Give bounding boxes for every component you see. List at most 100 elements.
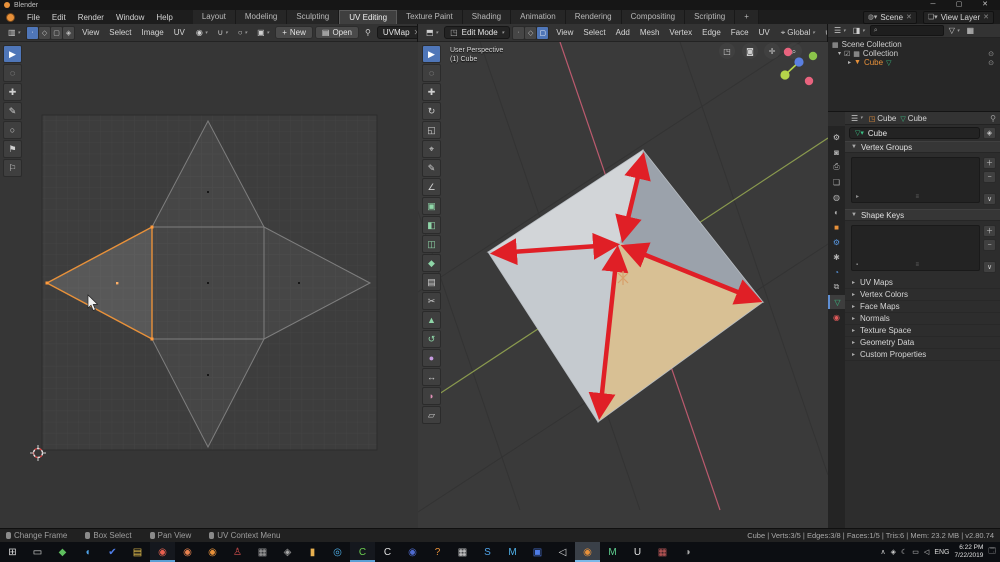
gizmo-z-axis[interactable]: [794, 57, 804, 67]
candle-app-icon[interactable]: ▮: [300, 542, 325, 562]
uv-select-vertex[interactable]: ∙: [27, 26, 39, 39]
annotate-tool[interactable]: ✎: [422, 159, 441, 177]
language-indicator[interactable]: ENG: [934, 549, 949, 556]
tray-security-icon[interactable]: ◈: [891, 548, 896, 556]
menu-item[interactable]: Mesh: [635, 27, 665, 38]
select-circle-tool[interactable]: ◌: [422, 64, 441, 82]
checkbox-icon[interactable]: ☑: [844, 50, 850, 58]
menu-item[interactable]: Vertex: [664, 27, 697, 38]
start-button[interactable]: ⊞: [0, 542, 25, 562]
orientation-dropdown[interactable]: ⌖ Global ▾: [777, 27, 819, 39]
gizmo-neg-y-axis[interactable]: [780, 70, 790, 80]
menu-item[interactable]: Edit: [46, 11, 72, 24]
outliner-search[interactable]: ⌕: [869, 25, 944, 36]
tray-network-icon[interactable]: ☾: [901, 548, 907, 556]
vertex-groups-panel-header[interactable]: ▼ Vertex Groups: [845, 141, 1000, 153]
menu-item[interactable]: Select: [104, 27, 136, 38]
outliner-row-cube[interactable]: ▸ ▼ Cube ▽ ⊙: [828, 58, 1000, 67]
properties-tab-object[interactable]: ■: [828, 220, 845, 234]
loop-cut-tool[interactable]: ▤: [422, 273, 441, 291]
unreal-icon[interactable]: U: [625, 542, 650, 562]
uv-pivot-button[interactable]: ◉ ▾: [192, 27, 212, 38]
menu-item[interactable]: UV: [754, 27, 775, 38]
shear-tool[interactable]: ▱: [422, 406, 441, 424]
add-cube-tool[interactable]: ▣: [422, 197, 441, 215]
camtasia-icon[interactable]: C: [350, 542, 375, 562]
menu-item[interactable]: View: [77, 27, 104, 38]
workspace-tab[interactable]: Animation: [511, 10, 566, 24]
collapsed-panel-header[interactable]: ▸ Geometry Data: [845, 337, 1000, 349]
close-button[interactable]: ✕: [972, 0, 998, 10]
app-blue-icon[interactable]: ▣: [525, 542, 550, 562]
select-box-tool[interactable]: ▶: [3, 45, 22, 63]
shape-key-specials-button[interactable]: ∨: [983, 261, 996, 273]
remove-shape-key-button[interactable]: −: [983, 239, 996, 251]
audio-app-icon[interactable]: ◁: [550, 542, 575, 562]
menu-item[interactable]: File: [21, 11, 46, 24]
workspace-tab[interactable]: Compositing: [621, 10, 686, 24]
collapsed-panel-header[interactable]: ▸ Normals: [845, 313, 1000, 325]
photos-icon[interactable]: ▦: [250, 542, 275, 562]
menu-item[interactable]: Select: [578, 27, 610, 38]
view-layer-selector[interactable]: ❏▾ View Layer ✕: [922, 10, 994, 24]
select-mode-face[interactable]: ▢: [537, 26, 549, 39]
open-image-button[interactable]: ▤ Open: [314, 26, 360, 39]
uvmap-clear-icon[interactable]: ✕: [414, 28, 417, 37]
maya-icon[interactable]: M: [500, 542, 525, 562]
properties-editor-type-button[interactable]: ☰ ▾: [849, 114, 865, 123]
outliner-search-input[interactable]: [879, 27, 940, 34]
collapsed-panel-header[interactable]: ▸ Custom Properties: [845, 349, 1000, 361]
properties-tab-view-layer[interactable]: ❏: [828, 175, 845, 189]
expand-icon[interactable]: ▸: [848, 59, 851, 66]
smooth-tool[interactable]: ●: [422, 349, 441, 367]
collapsed-panel-header[interactable]: ▸ UV Maps: [845, 277, 1000, 289]
shrink-fatten-tool[interactable]: ◗: [422, 387, 441, 405]
clock[interactable]: 6:22 PM 7/22/2019: [954, 544, 983, 560]
workspace-tab[interactable]: Scripting: [685, 10, 736, 24]
circle-app-icon[interactable]: ◉: [400, 542, 425, 562]
chat-icon[interactable]: ◖: [75, 542, 100, 562]
uv-select-face[interactable]: ▢: [51, 26, 63, 39]
menu-item[interactable]: Add: [611, 27, 635, 38]
capture-app-icon[interactable]: C: [375, 542, 400, 562]
firefox-icon[interactable]: ◉: [175, 542, 200, 562]
select-mode-vertex[interactable]: ∙: [513, 26, 525, 39]
menu-item[interactable]: Render: [72, 11, 110, 24]
mode-dropdown[interactable]: ◳ Edit Mode ▾: [444, 26, 511, 39]
properties-tab-object-data[interactable]: ▽: [828, 295, 845, 309]
uv-select-island[interactable]: ◈: [63, 26, 75, 39]
new-image-button[interactable]: + New: [275, 26, 313, 39]
gizmo-neg-x-axis[interactable]: [804, 76, 814, 86]
poly-build-tool[interactable]: ▲: [422, 311, 441, 329]
breadcrumb-object[interactable]: ◳ Cube: [869, 114, 897, 123]
vertex-groups-list[interactable]: ▸ ≡: [851, 157, 980, 203]
maya-green-icon[interactable]: M: [600, 542, 625, 562]
add-vertex-group-button[interactable]: ＋: [983, 157, 996, 169]
viewport-canvas[interactable]: ◳ ◙ ✛ ⌕: [418, 42, 828, 528]
help-app-icon[interactable]: ?: [425, 542, 450, 562]
camera-app-icon[interactable]: ◈: [275, 542, 300, 562]
measure-tool[interactable]: ∠: [422, 178, 441, 196]
workspace-tab[interactable]: +: [735, 10, 759, 24]
viewport-editor-type-button[interactable]: ⬒ ▾: [422, 27, 442, 38]
maximize-button[interactable]: ▢: [946, 0, 972, 10]
properties-tab-tool[interactable]: ⚙: [828, 130, 845, 144]
fake-user-button[interactable]: ◈: [983, 127, 996, 139]
task-view-icon[interactable]: ▭: [25, 542, 50, 562]
scene-selector[interactable]: ◍▾ Scene ✕: [862, 10, 917, 24]
move-tool[interactable]: ✚: [422, 83, 441, 101]
inset-faces-tool[interactable]: ◫: [422, 235, 441, 253]
annotate-tool[interactable]: ✎: [3, 102, 22, 120]
menu-item[interactable]: Face: [726, 27, 754, 38]
action-center-icon[interactable]: 🗔: [988, 547, 996, 558]
new-collection-button[interactable]: ▦: [964, 26, 976, 35]
menu-item[interactable]: UV: [169, 27, 190, 38]
grab-tool[interactable]: ○: [3, 121, 22, 139]
cursor-tool[interactable]: ✚: [3, 83, 22, 101]
properties-tab-world[interactable]: ◐: [828, 205, 845, 219]
rotate-tool[interactable]: ↻: [422, 102, 441, 120]
collapsed-panel-header[interactable]: ▸ Vertex Colors: [845, 289, 1000, 301]
uvmap-field[interactable]: UVMap ✕: [376, 26, 417, 39]
workspace-tab[interactable]: Shading: [462, 10, 512, 24]
relax-tool[interactable]: ⚑: [3, 140, 22, 158]
